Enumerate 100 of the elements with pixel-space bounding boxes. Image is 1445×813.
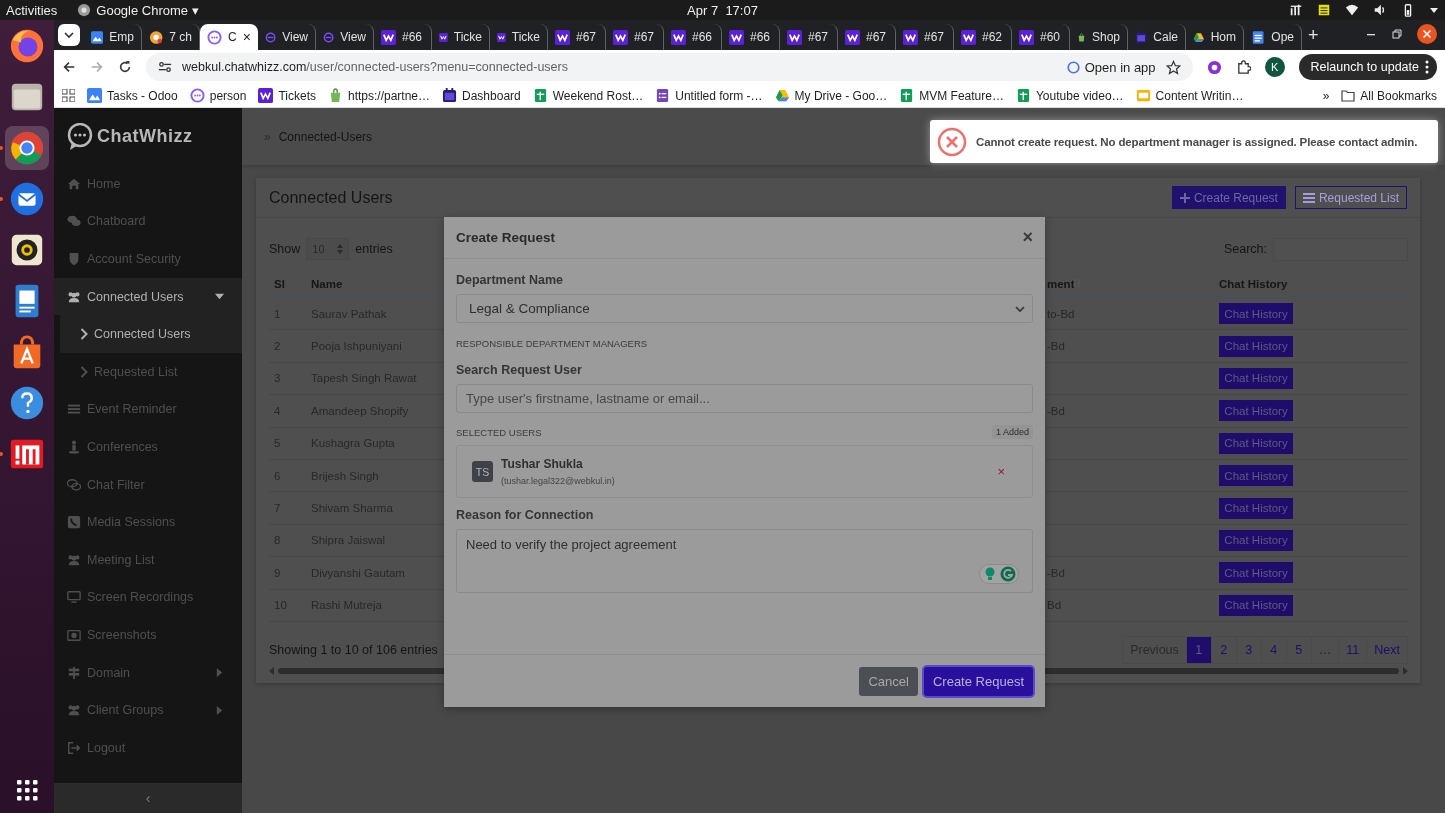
app-menu[interactable]: Google Chrome ▾ (77, 2, 199, 18)
tab-title: Cale (1153, 30, 1178, 44)
submit-button[interactable]: Create Request (923, 666, 1033, 696)
spreadsheet-icon (532, 88, 548, 103)
writing-assistant-icon (979, 564, 1019, 584)
apps-grid-icon[interactable] (62, 89, 75, 102)
tab-title: Emp (109, 30, 134, 44)
relaunch-button[interactable]: Relaunch to update (1298, 54, 1437, 80)
remove-user-button[interactable]: × (997, 464, 1005, 479)
bookmark[interactable]: My Drive - Goo… (774, 88, 888, 103)
address-field[interactable]: webkul.chatwhizz.com/user/connected-users?menu=connected-users (182, 60, 1057, 74)
site-settings-icon[interactable] (158, 60, 172, 74)
tab-title: Ope (1271, 30, 1294, 44)
tab-title: #66 (750, 30, 771, 44)
bookmark[interactable]: Untitled form -… (655, 88, 763, 103)
browser-tab[interactable]: C × (200, 24, 258, 50)
monitor-icon (67, 590, 81, 605)
bookmark[interactable]: Weekend Rost… (532, 88, 644, 103)
tab-title: Hom (1210, 30, 1236, 44)
modal-title: Create Request (456, 230, 557, 245)
user-email: (tushar.legal322@webkul.in) (501, 476, 616, 486)
chevron-down-icon (64, 30, 74, 40)
list-icon (67, 402, 81, 417)
tab-title: #60 (1040, 30, 1061, 44)
create-request-button[interactable]: Create Request (1171, 186, 1286, 209)
field-label: Search Request User (456, 363, 583, 377)
zigzag-logo-icon (613, 29, 628, 45)
section-heading: SELECTED USERS (456, 426, 542, 438)
sidebar-item[interactable]: Connected Users (54, 277, 242, 316)
zigzag-logo-icon (729, 29, 744, 45)
chevron-right-icon (80, 328, 88, 341)
new-tab-button[interactable]: + (1308, 24, 1319, 46)
open-in-app-button[interactable]: Open in app (1066, 59, 1156, 75)
spreadsheet-icon (1015, 88, 1031, 103)
puzzle-icon[interactable] (1235, 59, 1251, 75)
folder-icon (1341, 89, 1356, 102)
calendar-icon (442, 88, 457, 103)
users-icon (67, 289, 81, 304)
reload-icon[interactable] (118, 60, 132, 74)
zigzag-logo-icon (1019, 29, 1034, 45)
caret-down-icon[interactable] (1429, 5, 1439, 15)
field-label: Department Name (456, 273, 564, 287)
restore-icon[interactable] (1391, 28, 1403, 40)
slides-icon (1135, 88, 1151, 103)
tab-title: #66 (402, 30, 423, 44)
close-button[interactable]: × (1022, 227, 1033, 248)
department-select[interactable]: Legal & Compliance (456, 294, 1033, 323)
star-icon[interactable] (1165, 59, 1181, 75)
activities-button[interactable]: Activities (6, 2, 58, 18)
kebab-menu-icon (1425, 60, 1429, 74)
breadcrumb-separator: » (264, 129, 271, 144)
chat-bubble-icon (1066, 60, 1080, 74)
notes-icon[interactable] (1317, 3, 1331, 17)
scroll-right-icon (1403, 666, 1408, 675)
zigzag-logo-icon (555, 29, 570, 45)
volume-icon[interactable] (1373, 3, 1387, 17)
wifi-icon[interactable] (1345, 3, 1359, 17)
bookmark[interactable]: Youtube video… (1015, 88, 1124, 103)
users-icon (67, 552, 81, 567)
bookmark[interactable]: https://partne… (327, 88, 430, 103)
bookmark[interactable]: Dashboard (442, 88, 521, 103)
tab-search-button[interactable] (58, 24, 80, 46)
close-tab-button[interactable]: × (242, 29, 251, 45)
list-icon (1302, 192, 1315, 203)
reason-field[interactable]: Need to verify the project agreement (456, 529, 1033, 593)
user-avatar: TS (472, 461, 493, 482)
bookmark[interactable]: Tickets (258, 88, 316, 103)
zigzag-logo-icon (787, 29, 802, 45)
extension-icon[interactable] (1206, 59, 1222, 75)
collapse-sidebar-button[interactable]: ‹ (54, 783, 242, 813)
bookmark[interactable]: Tasks - Odoo (87, 88, 178, 103)
phone-icon (67, 515, 81, 530)
chat-bubble-icon (207, 29, 222, 45)
back-icon[interactable] (62, 60, 76, 74)
requested-list-button[interactable]: Requested List (1294, 186, 1407, 209)
chevron-right-icon (80, 365, 88, 378)
bookmark[interactable]: Content Writin… (1135, 88, 1244, 103)
more-bookmarks-button[interactable]: » (1322, 88, 1330, 103)
app-grid-icon[interactable] (16, 780, 38, 801)
clock[interactable]: Apr 7 17:07 (483, 2, 962, 18)
profile-avatar[interactable]: K (1264, 57, 1285, 77)
section-heading: RESPONSIBLE DEPARTMENT MANAGERS (456, 338, 649, 349)
search-user-field[interactable]: Type user's firstname, lastname or email... (456, 384, 1033, 413)
entries-label: entries (355, 242, 393, 256)
picture-frame-icon (87, 88, 102, 103)
tab-title: #67 (634, 30, 655, 44)
search-label: Search: (1223, 242, 1267, 256)
close-icon[interactable] (1417, 24, 1437, 44)
signpost-icon (67, 665, 81, 680)
page-title: Connected Users (269, 188, 394, 207)
home-icon (67, 176, 81, 191)
tab-title: #67 (808, 30, 829, 44)
bookmark[interactable]: person (189, 88, 247, 103)
bookmark[interactable]: MVM Feature… (899, 88, 1004, 103)
count-badge: 1 Added (991, 425, 1033, 439)
network-icon[interactable] (1289, 3, 1303, 17)
cancel-button[interactable]: Cancel (859, 666, 918, 696)
all-bookmarks-button[interactable]: All Bookmarks (1341, 88, 1437, 103)
sidebar-item[interactable]: Connected Users (60, 315, 242, 353)
spreadsheet-icon (899, 88, 915, 103)
